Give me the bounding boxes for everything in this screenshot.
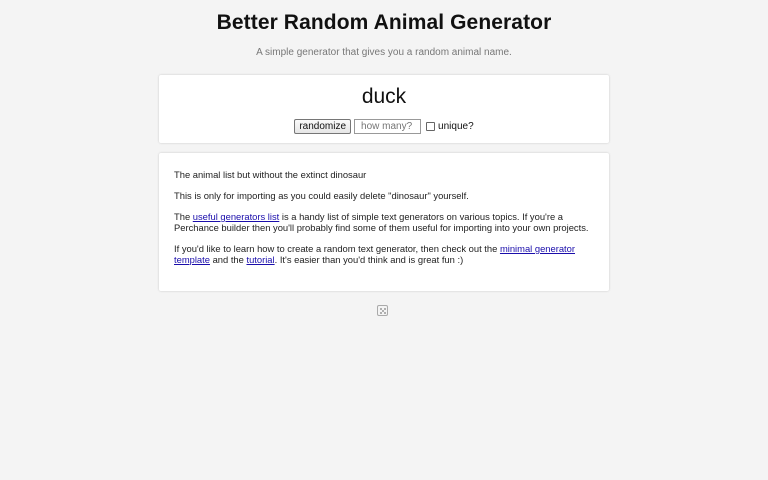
- how-many-input[interactable]: [354, 119, 422, 134]
- info-line-2: This is only for importing as you could …: [174, 190, 469, 201]
- unique-label[interactable]: unique?: [438, 121, 474, 132]
- randomize-button[interactable]: randomize: [294, 119, 352, 134]
- generator-card: duck randomize unique?: [159, 75, 609, 143]
- page-subtitle: A simple generator that gives you a rand…: [256, 47, 512, 58]
- dice-icon[interactable]: [377, 305, 388, 316]
- info-paragraph-4: If you'd like to learn how to create a r…: [174, 243, 575, 265]
- info-card: The animal list but without the extinct …: [159, 153, 609, 291]
- tutorial-link[interactable]: tutorial: [246, 254, 274, 265]
- info-line-1: The animal list but without the extinct …: [174, 169, 367, 180]
- useful-generators-link[interactable]: useful generators list: [193, 211, 280, 222]
- generator-controls: randomize unique?: [159, 119, 609, 134]
- page-title: Better Random Animal Generator: [216, 11, 552, 34]
- unique-checkbox[interactable]: [426, 122, 436, 131]
- info-paragraph-3: The useful generators list is a handy li…: [174, 211, 589, 233]
- generated-result: duck: [361, 85, 407, 108]
